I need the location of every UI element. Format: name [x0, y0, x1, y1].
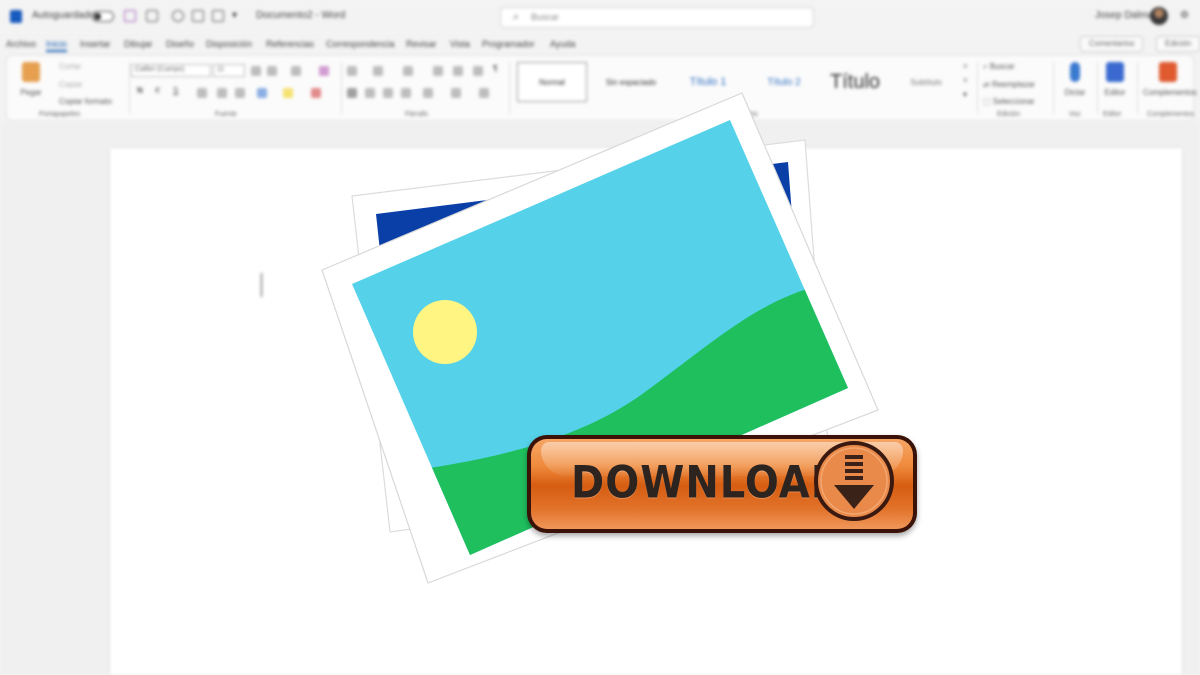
- copy-button[interactable]: Copiar: [59, 80, 83, 89]
- addins-group-label: Complementos: [1147, 111, 1195, 118]
- highlight-icon[interactable]: [283, 88, 293, 98]
- editing-group-label: Edición: [997, 111, 1020, 118]
- shield-icon[interactable]: [146, 10, 158, 22]
- addins-grid-icon: [1159, 62, 1177, 82]
- tab-programador[interactable]: Programador: [482, 39, 535, 49]
- increase-indent-icon[interactable]: [453, 66, 463, 76]
- settings-icon[interactable]: ⚙: [1180, 10, 1189, 21]
- divider: [1053, 62, 1054, 114]
- strikethrough-icon[interactable]: [197, 88, 207, 98]
- paste-label: Pegar: [20, 88, 42, 97]
- styles-more-icon[interactable]: ▾: [963, 90, 967, 99]
- superscript-icon[interactable]: [235, 88, 245, 98]
- page-icon[interactable]: [192, 10, 204, 22]
- clipboard-icon: [22, 62, 40, 82]
- word-logo-icon: [10, 10, 22, 23]
- tab-dibujar[interactable]: Dibujar: [124, 39, 153, 49]
- bullets-icon[interactable]: [347, 66, 357, 76]
- undo-icon[interactable]: [172, 10, 184, 22]
- bold-button[interactable]: N: [137, 86, 143, 95]
- font-group-label: Fuente: [215, 111, 237, 118]
- shrink-font-icon[interactable]: [267, 66, 277, 76]
- editor-button[interactable]: Editor: [1095, 62, 1135, 97]
- font-name-select[interactable]: Calibri (Cuerpo): [131, 64, 211, 77]
- search-placeholder: Buscar: [531, 12, 560, 22]
- dictate-label: Dictar: [1064, 88, 1086, 97]
- sort-icon[interactable]: [473, 66, 483, 76]
- comments-button[interactable]: Comentarios: [1080, 36, 1144, 52]
- editor-label: Editor: [1104, 88, 1126, 97]
- editor-pen-icon: [1106, 62, 1124, 82]
- format-painter-button[interactable]: Copiar formato: [59, 97, 112, 106]
- replace-label: Reemplazar: [991, 80, 1036, 89]
- underline-button[interactable]: S: [173, 86, 178, 95]
- font-size-select[interactable]: 11: [213, 64, 245, 77]
- tab-diseno[interactable]: Diseño: [166, 39, 194, 49]
- clipboard-group-label: Portapapeles: [39, 111, 81, 118]
- loop-icon[interactable]: [124, 10, 136, 22]
- layout-icon[interactable]: [212, 10, 224, 22]
- customize-chevron-icon[interactable]: ▾: [232, 10, 237, 21]
- divider: [977, 62, 978, 114]
- download-arrow-icon: [814, 441, 894, 521]
- tab-archivo[interactable]: Archivo: [6, 39, 36, 49]
- find-label: Buscar: [989, 62, 1015, 71]
- text-cursor: [261, 273, 262, 297]
- title-bar: Autoguardado ▾ Documento2 - Word ⌕ Busca…: [0, 0, 1200, 34]
- editor-group-label: Editor: [1103, 111, 1122, 118]
- tab-disposicion[interactable]: Disposición: [206, 39, 252, 49]
- download-button[interactable]: DOWNLOAD: [527, 435, 917, 533]
- search-icon: ⌕: [513, 11, 520, 23]
- clear-format-icon[interactable]: [319, 66, 329, 76]
- tab-correspondencia[interactable]: Correspondencia: [326, 39, 395, 49]
- addins-label: Complementos: [1143, 88, 1197, 97]
- cut-button[interactable]: Cortar: [59, 62, 81, 71]
- addins-button[interactable]: Complementos: [1143, 62, 1197, 97]
- avatar[interactable]: [1150, 7, 1168, 25]
- select-button[interactable]: ⬚ Seleccionar: [983, 97, 1035, 106]
- subscript-icon[interactable]: [217, 88, 227, 98]
- styles-scroll-up-icon[interactable]: ˄: [963, 62, 968, 71]
- tab-ayuda[interactable]: Ayuda: [550, 39, 575, 49]
- replace-button[interactable]: ⇄ Reemplazar: [983, 80, 1035, 89]
- italic-button[interactable]: K: [155, 86, 160, 95]
- tab-inicio[interactable]: Inicio: [46, 39, 68, 52]
- decrease-indent-icon[interactable]: [433, 66, 443, 76]
- search-input[interactable]: ⌕ Buscar: [500, 7, 814, 28]
- divider: [129, 62, 130, 114]
- multilevel-list-icon[interactable]: [403, 66, 413, 76]
- numbering-icon[interactable]: [373, 66, 383, 76]
- ribbon-tabs: Archivo Inicio Insertar Dibujar Diseño D…: [0, 34, 1200, 54]
- download-label: DOWNLOAD: [571, 457, 845, 509]
- change-case-icon[interactable]: [291, 66, 301, 76]
- tab-vista[interactable]: Vista: [450, 39, 470, 49]
- grow-font-icon[interactable]: [251, 66, 261, 76]
- tab-insertar[interactable]: Insertar: [80, 39, 111, 49]
- paste-button[interactable]: Pegar: [11, 62, 51, 97]
- microphone-icon: [1070, 62, 1080, 82]
- voice-group-label: Voz: [1069, 111, 1081, 118]
- dictate-button[interactable]: Dictar: [1055, 62, 1095, 97]
- autosave-toggle[interactable]: [92, 11, 114, 22]
- styles-scroll-down-icon[interactable]: ˅: [963, 76, 968, 85]
- tab-revisar[interactable]: Revisar: [406, 39, 437, 49]
- document-title: Documento2 - Word: [256, 10, 346, 21]
- select-label: Seleccionar: [992, 97, 1035, 106]
- sun-icon: [413, 300, 477, 364]
- edit-mode-button[interactable]: Edición: [1156, 36, 1200, 52]
- text-effects-icon[interactable]: [257, 88, 267, 98]
- pilcrow-icon[interactable]: ¶: [493, 64, 497, 73]
- find-button[interactable]: ⌕ Buscar: [983, 62, 1015, 72]
- divider: [1137, 62, 1138, 114]
- tab-referencias[interactable]: Referencias: [266, 39, 314, 49]
- autosave-label: Autoguardado: [32, 10, 95, 21]
